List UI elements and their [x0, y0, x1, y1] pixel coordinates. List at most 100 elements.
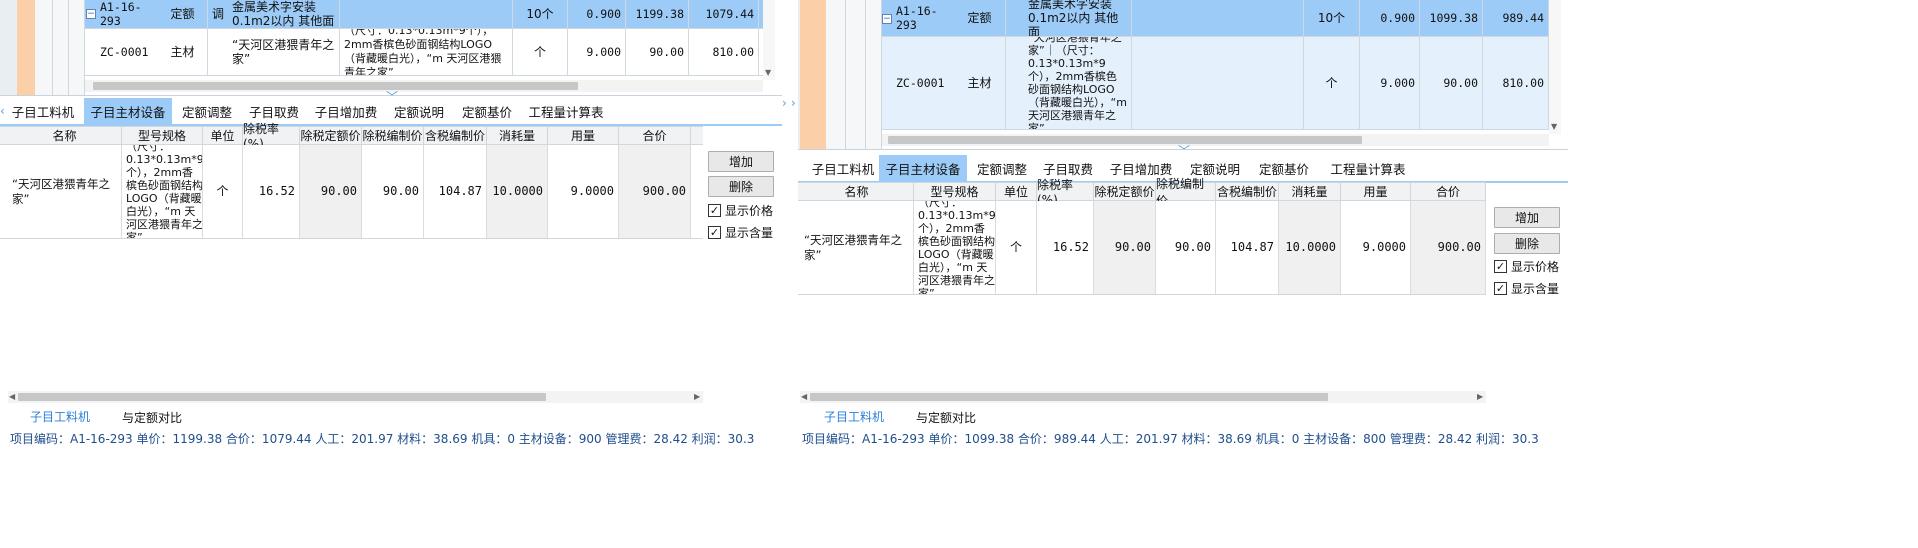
left-pane: − A1-16-293 定额 调 金属美术字安装 0.1m2以内 其他面 10个…	[0, 0, 782, 548]
mat-name: “天河区港猥青年之家”	[800, 201, 914, 294]
item-row-material[interactable]: ZC-0001 主材 “天河区港猥青年之家” （尺寸：0.13*0.13m*9个…	[85, 29, 763, 76]
grid-horizontal-scrollbar[interactable]: ◀ ▶	[800, 391, 1486, 403]
splitter-right-arrow-icon[interactable]: ›	[791, 96, 796, 110]
scroll-down-icon[interactable]: ▼	[1551, 122, 1557, 132]
tab-quota-notes[interactable]: 定额说明	[388, 98, 450, 124]
delete-button[interactable]: 删除	[708, 176, 774, 197]
col-consumption[interactable]: 消耗量	[1279, 183, 1341, 200]
mat-usage: 9.0000	[548, 145, 619, 238]
material-row[interactable]: “天河区港猥青年之家” （尺寸：0.13*0.13m*9个），2mm香槟色砂面钢…	[798, 201, 1486, 295]
mat-ex-tax-quota: 90.00	[300, 145, 362, 238]
add-button[interactable]: 增加	[1494, 207, 1560, 228]
col-unit[interactable]: 单位	[203, 127, 243, 144]
item-qty: 0.900	[1360, 0, 1420, 36]
bottom-tab-compare[interactable]: 与定额对比	[916, 409, 976, 426]
item-price: 1199.38	[626, 0, 689, 28]
tab-extra-fees[interactable]: 子目增加费	[310, 98, 382, 124]
row-gutter	[0, 0, 17, 95]
collapse-icon[interactable]: −	[86, 9, 96, 19]
item-row-material[interactable]: ZC-0001 主材 “天河区港猥青年之家”｜（尺寸：0.13*0.13m*9个…	[882, 37, 1549, 130]
tab-base-price[interactable]: 定额基价	[1252, 155, 1316, 181]
mat-unit: 个	[203, 145, 243, 238]
show-content-checkbox[interactable]: ✓ 显示含量	[1494, 280, 1559, 297]
col-name[interactable]: 名称	[800, 183, 914, 200]
mat-usage: 9.0000	[1341, 201, 1411, 294]
horizontal-scrollbar[interactable]	[882, 134, 1549, 146]
col-name[interactable]: 名称	[8, 127, 122, 144]
pane-splitter[interactable]: › ›	[782, 0, 798, 548]
scroll-down-icon[interactable]: ▼	[765, 68, 771, 78]
col-ex-tax-comp[interactable]: 除税编制价	[1156, 177, 1216, 208]
bottom-tab-labor-material[interactable]: 子目工料机	[30, 408, 90, 425]
grid-horizontal-scrollbar[interactable]: ◀ ▶	[8, 391, 703, 403]
show-price-checkbox[interactable]: ✓ 显示价格	[708, 202, 773, 219]
col-inc-tax-comp[interactable]: 含税编制价	[424, 127, 487, 144]
horizontal-scrollbar[interactable]	[85, 80, 763, 92]
col-tax-rate[interactable]: 除税率(%)	[1037, 178, 1094, 207]
delete-button[interactable]: 删除	[1494, 233, 1560, 254]
tab-quantity-calc[interactable]: 工程量计算表	[526, 98, 606, 124]
tab-quota-adjust[interactable]: 定额调整	[970, 155, 1034, 181]
mat-inc-tax-comp: 104.87	[1216, 201, 1279, 294]
panel-left-arrow-icon[interactable]: ‹	[0, 104, 5, 118]
col-usage[interactable]: 用量	[548, 127, 619, 144]
tab-labor-material[interactable]: 子目工料机	[808, 155, 878, 181]
right-pane: − A1-16-293 定额 金属美术字安装 0.1m2以内 其他面 10个 0…	[798, 0, 1568, 548]
show-content-checkbox[interactable]: ✓ 显示含量	[708, 224, 773, 241]
item-row-quota[interactable]: − A1-16-293 定额 调 金属美术字安装 0.1m2以内 其他面 10个…	[85, 0, 763, 29]
item-row-quota[interactable]: − A1-16-293 定额 金属美术字安装 0.1m2以内 其他面 10个 0…	[882, 0, 1549, 37]
mat-unit: 个	[996, 201, 1037, 294]
item-spec	[1132, 37, 1304, 129]
item-total: 810.00	[689, 29, 759, 75]
mat-ex-tax-comp: 90.00	[362, 145, 424, 238]
item-flag	[1006, 0, 1024, 36]
tab-quota-adjust[interactable]: 定额调整	[176, 98, 238, 124]
item-type: 定额	[158, 0, 208, 28]
item-spec	[1132, 0, 1304, 36]
vertical-scrollbar[interactable]: ▼	[1549, 0, 1561, 134]
row-gutter	[866, 0, 882, 149]
show-price-checkbox[interactable]: ✓ 显示价格	[1494, 258, 1559, 275]
row-gutter-marker	[17, 0, 35, 95]
mat-consumption: 10.0000	[487, 145, 548, 238]
item-total: 1079.44	[689, 0, 759, 28]
col-spec[interactable]: 型号规格	[914, 183, 996, 200]
tab-base-price[interactable]: 定额基价	[456, 98, 518, 124]
row-gutter-marker	[800, 0, 826, 149]
material-row[interactable]: “天河区港猥青年之家” （尺寸：0.13*0.13m*9个），2mm香槟色砂面钢…	[0, 145, 703, 239]
tab-main-material[interactable]: 子目主材设备	[84, 98, 172, 124]
item-qty: 9.000	[568, 29, 626, 75]
scroll-left-icon[interactable]: ◀	[801, 392, 807, 402]
mat-spec: （尺寸：0.13*0.13m*9个），2mm香槟色砂面钢结构LOGO（背藏暖白光…	[914, 201, 996, 294]
col-total[interactable]: 合价	[1411, 183, 1486, 200]
status-bar: 项目编码：A1-16-293 单价：1199.38 合价：1079.44 人工：…	[10, 431, 755, 446]
col-consumption[interactable]: 消耗量	[487, 127, 548, 144]
col-unit[interactable]: 单位	[996, 183, 1037, 200]
add-button[interactable]: 增加	[708, 151, 774, 172]
tab-labor-material[interactable]: 子目工料机	[8, 98, 78, 124]
item-unit: 10个	[1304, 0, 1360, 36]
col-total[interactable]: 合价	[619, 127, 691, 144]
vertical-scrollbar[interactable]: ▼	[763, 0, 775, 80]
mat-tax-rate: 16.52	[1037, 201, 1094, 294]
col-ex-tax-quota[interactable]: 除税定额价	[300, 127, 362, 144]
bottom-tab-compare[interactable]: 与定额对比	[122, 409, 182, 426]
scroll-right-icon[interactable]: ▶	[1477, 392, 1483, 402]
splitter-left-arrow-icon[interactable]: ›	[782, 96, 787, 110]
col-spec[interactable]: 型号规格	[122, 127, 203, 144]
tab-quantity-calc[interactable]: 工程量计算表	[1322, 155, 1414, 181]
scroll-right-icon[interactable]: ▶	[694, 392, 700, 402]
tab-main-material[interactable]: 子目主材设备	[879, 155, 967, 181]
collapse-icon[interactable]: −	[882, 14, 892, 24]
item-qty: 9.000	[1360, 37, 1420, 129]
scroll-left-icon[interactable]: ◀	[9, 392, 15, 402]
col-tax-rate[interactable]: 除税率(%)	[243, 122, 300, 151]
bottom-tab-labor-material[interactable]: 子目工料机	[824, 408, 884, 425]
col-usage[interactable]: 用量	[1341, 183, 1411, 200]
row-gutter	[35, 0, 53, 95]
col-ex-tax-quota[interactable]: 除税定额价	[1094, 183, 1156, 200]
col-ex-tax-comp[interactable]: 除税编制价	[362, 127, 424, 144]
status-bar: 项目编码：A1-16-293 单价：1099.38 合价：989.44 人工：2…	[802, 431, 1539, 446]
col-inc-tax-comp[interactable]: 含税编制价	[1216, 183, 1279, 200]
empty-area	[1568, 0, 1918, 548]
